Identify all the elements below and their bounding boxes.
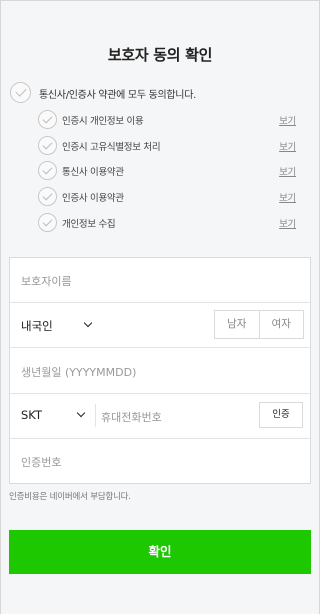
term-row[interactable]: 인증시 개인정보 이용 보기 <box>38 110 296 129</box>
term-label: 인증시 개인정보 이용 <box>62 116 144 127</box>
chevron-down-icon[interactable] <box>76 408 86 418</box>
gender-female-button[interactable]: 여자 <box>258 311 304 338</box>
check-circle-icon[interactable] <box>38 136 57 155</box>
divider <box>95 404 96 427</box>
guardian-form: 보호자이름 내국인 남자 여자 생년월일 (YYYYMMDD) SKT 휴대전화… <box>9 257 311 484</box>
nationality-select[interactable]: 내국인 <box>21 318 53 334</box>
term-label: 인증시 고유식별정보 처리 <box>62 142 161 153</box>
guardian-name-input[interactable]: 보호자이름 <box>21 273 72 289</box>
check-circle-icon[interactable] <box>38 213 57 232</box>
nationality-gender-row: 내국인 남자 여자 <box>10 303 310 348</box>
check-circle-icon[interactable] <box>10 82 31 103</box>
term-row[interactable]: 통신사 이용약관 보기 <box>38 161 296 180</box>
term-label: 개인정보 수집 <box>62 219 116 230</box>
term-row[interactable]: 인증시 고유식별정보 처리 보기 <box>38 136 296 155</box>
term-row[interactable]: 개인정보 수집 보기 <box>38 213 296 232</box>
term-label: 인증사 이용약관 <box>62 193 124 204</box>
term-row[interactable]: 인증사 이용약관 보기 <box>38 187 296 206</box>
term-label: 통신사 이용약관 <box>62 167 124 178</box>
term-view-link[interactable]: 보기 <box>279 139 296 153</box>
carrier-select[interactable]: SKT <box>21 408 42 422</box>
term-view-link[interactable]: 보기 <box>279 216 296 230</box>
phone-row: SKT 휴대전화번호 인증 <box>10 394 310 439</box>
agree-all-row[interactable]: 통신사/인증사 약관에 모두 동의합니다. <box>10 82 310 104</box>
page-title: 보호자 동의 확인 <box>107 46 213 64</box>
term-view-link[interactable]: 보기 <box>279 164 296 178</box>
check-circle-icon[interactable] <box>38 161 57 180</box>
auth-code-input[interactable]: 인증번호 <box>21 454 61 470</box>
confirm-button[interactable]: 확인 <box>9 530 311 574</box>
guardian-name-field[interactable]: 보호자이름 <box>10 258 310 303</box>
term-view-link[interactable]: 보기 <box>279 113 296 127</box>
auth-request-button[interactable]: 인증 <box>259 402 303 428</box>
birthdate-field[interactable]: 생년월일 (YYYYMMDD) <box>10 348 310 394</box>
check-circle-icon[interactable] <box>38 187 57 206</box>
cost-notice: 인증비용은 네이버에서 부담합니다. <box>9 492 131 502</box>
birthdate-input[interactable]: 생년월일 (YYYYMMDD) <box>21 364 136 380</box>
chevron-down-icon[interactable] <box>83 318 93 328</box>
agree-all-label: 통신사/인증사 약관에 모두 동의합니다. <box>39 90 196 101</box>
gender-toggle: 남자 여자 <box>214 310 304 339</box>
check-circle-icon[interactable] <box>38 110 57 129</box>
term-view-link[interactable]: 보기 <box>279 190 296 204</box>
auth-code-field[interactable]: 인증번호 <box>10 439 310 483</box>
phone-input[interactable]: 휴대전화번호 <box>101 409 162 425</box>
gender-male-button[interactable]: 남자 <box>215 311 259 338</box>
